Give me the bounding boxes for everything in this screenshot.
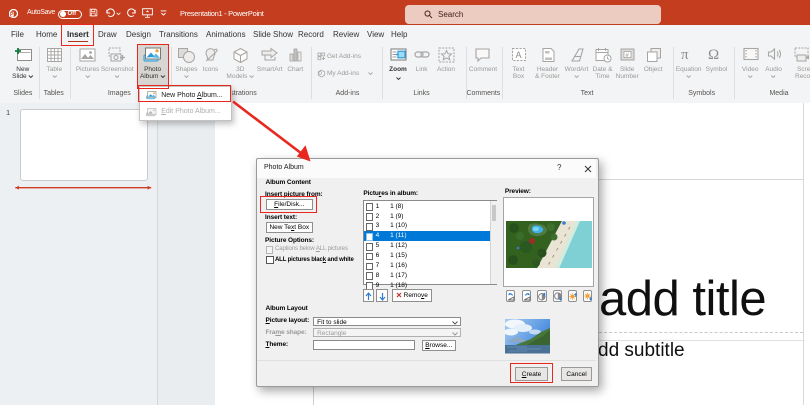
svg-text:A: A bbox=[516, 50, 522, 60]
